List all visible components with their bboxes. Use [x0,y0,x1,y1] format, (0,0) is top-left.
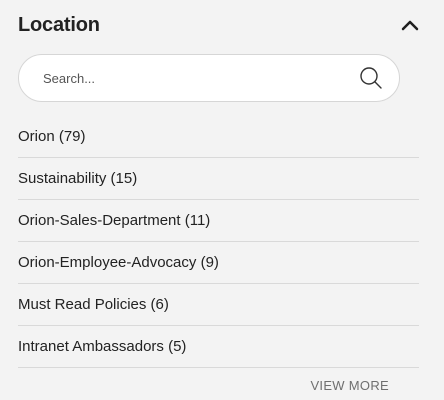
filter-title: Location [18,13,100,36]
list-item[interactable]: Must Read Policies (6) [18,284,419,326]
list-item[interactable]: Orion (79) [18,116,419,158]
filter-header: Location [18,10,422,40]
list-item[interactable]: Sustainability (15) [18,158,419,200]
location-list: Orion (79) Sustainability (15) Orion-Sal… [18,116,419,368]
list-item[interactable]: Orion-Sales-Department (11) [18,200,419,242]
view-more-button[interactable]: VIEW MORE [310,378,389,393]
search-input[interactable] [43,55,343,101]
location-filter-panel: Location Orion (79) Sustainability (15) … [0,0,444,400]
chevron-up-icon [401,20,419,31]
list-item[interactable]: Intranet Ambassadors (5) [18,326,419,368]
list-item[interactable]: Orion-Employee-Advocacy (9) [18,242,419,284]
search-box [18,54,400,102]
collapse-button[interactable] [398,13,422,37]
search-icon[interactable] [359,66,383,90]
